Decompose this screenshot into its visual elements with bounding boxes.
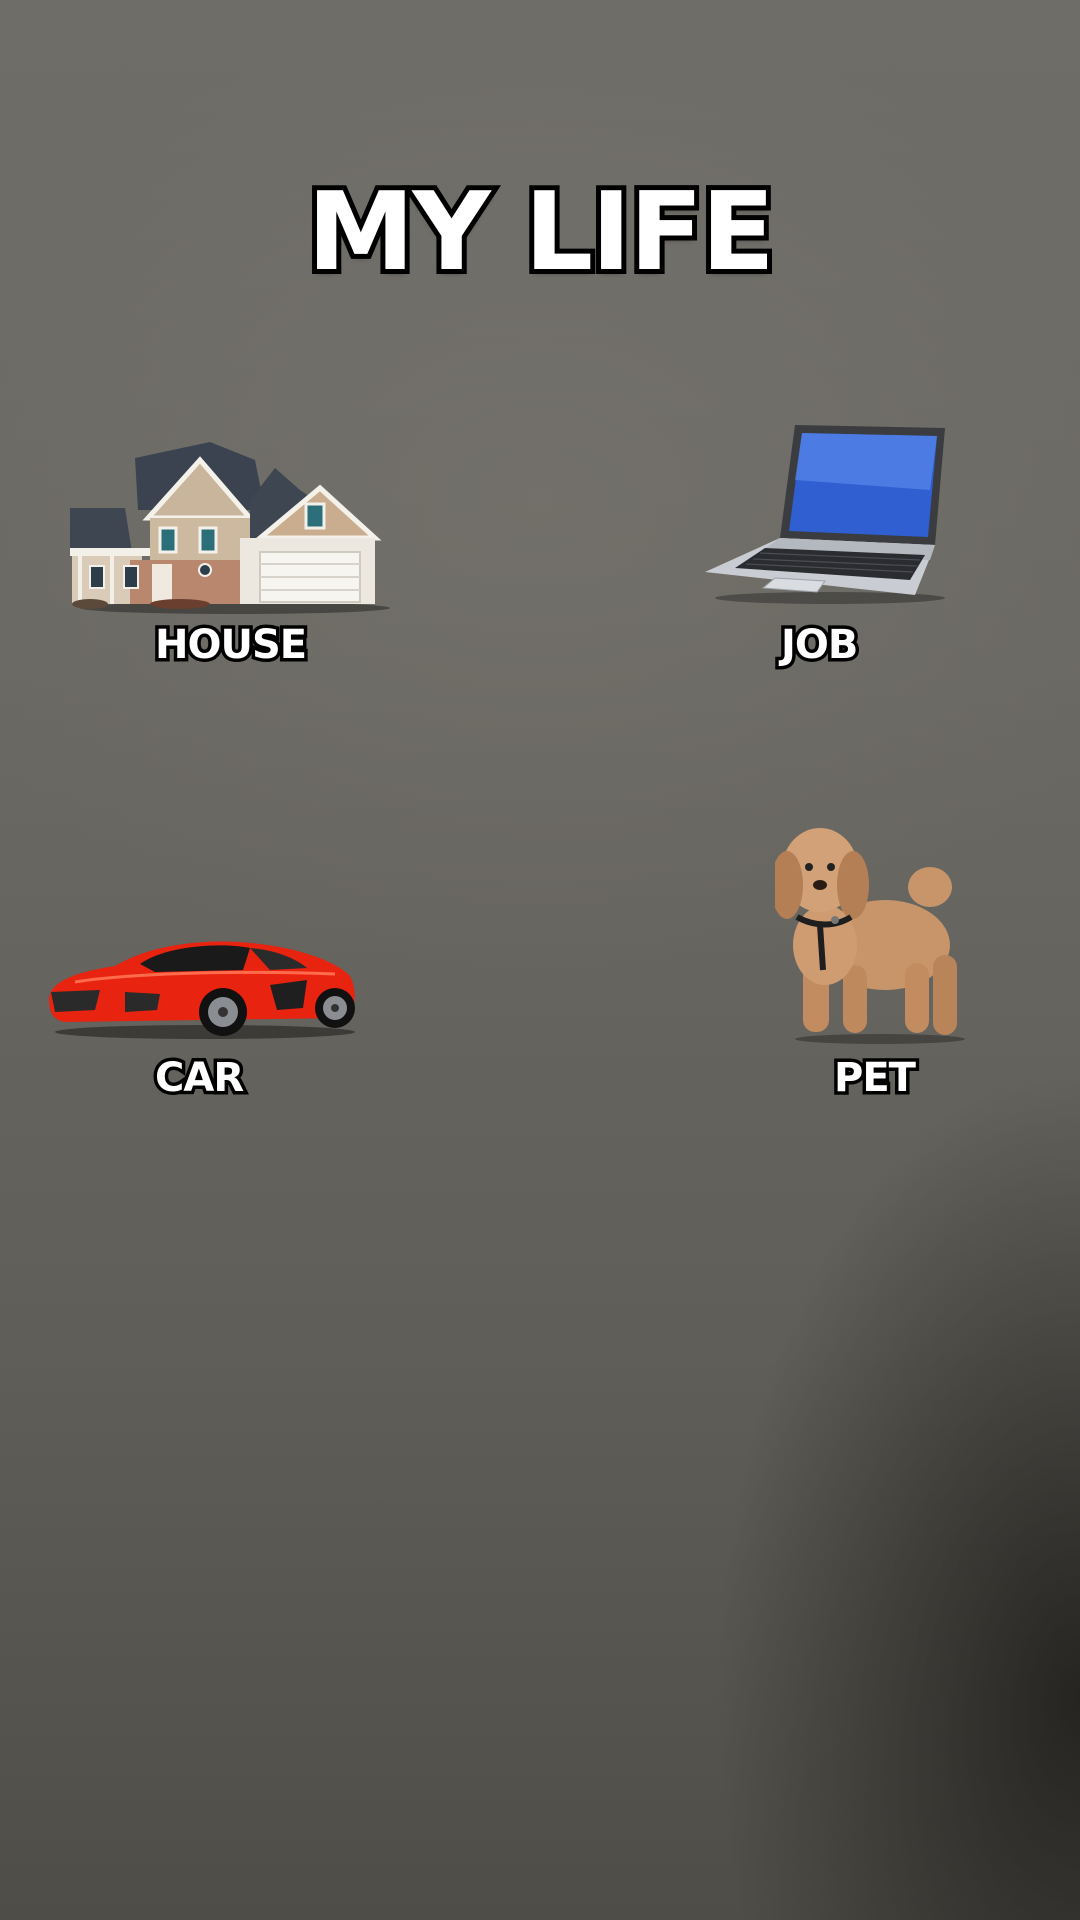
pet-label: PET xyxy=(831,1052,920,1105)
house-icon xyxy=(70,440,390,615)
job-label: JOB xyxy=(777,619,861,672)
dog-icon xyxy=(771,825,970,1045)
sports-car-icon xyxy=(45,930,360,1040)
page-title: MY LIFE xyxy=(302,165,780,300)
laptop-icon xyxy=(705,420,955,605)
car-label: CAR xyxy=(151,1052,247,1105)
house-label: HOUSE xyxy=(151,619,310,672)
